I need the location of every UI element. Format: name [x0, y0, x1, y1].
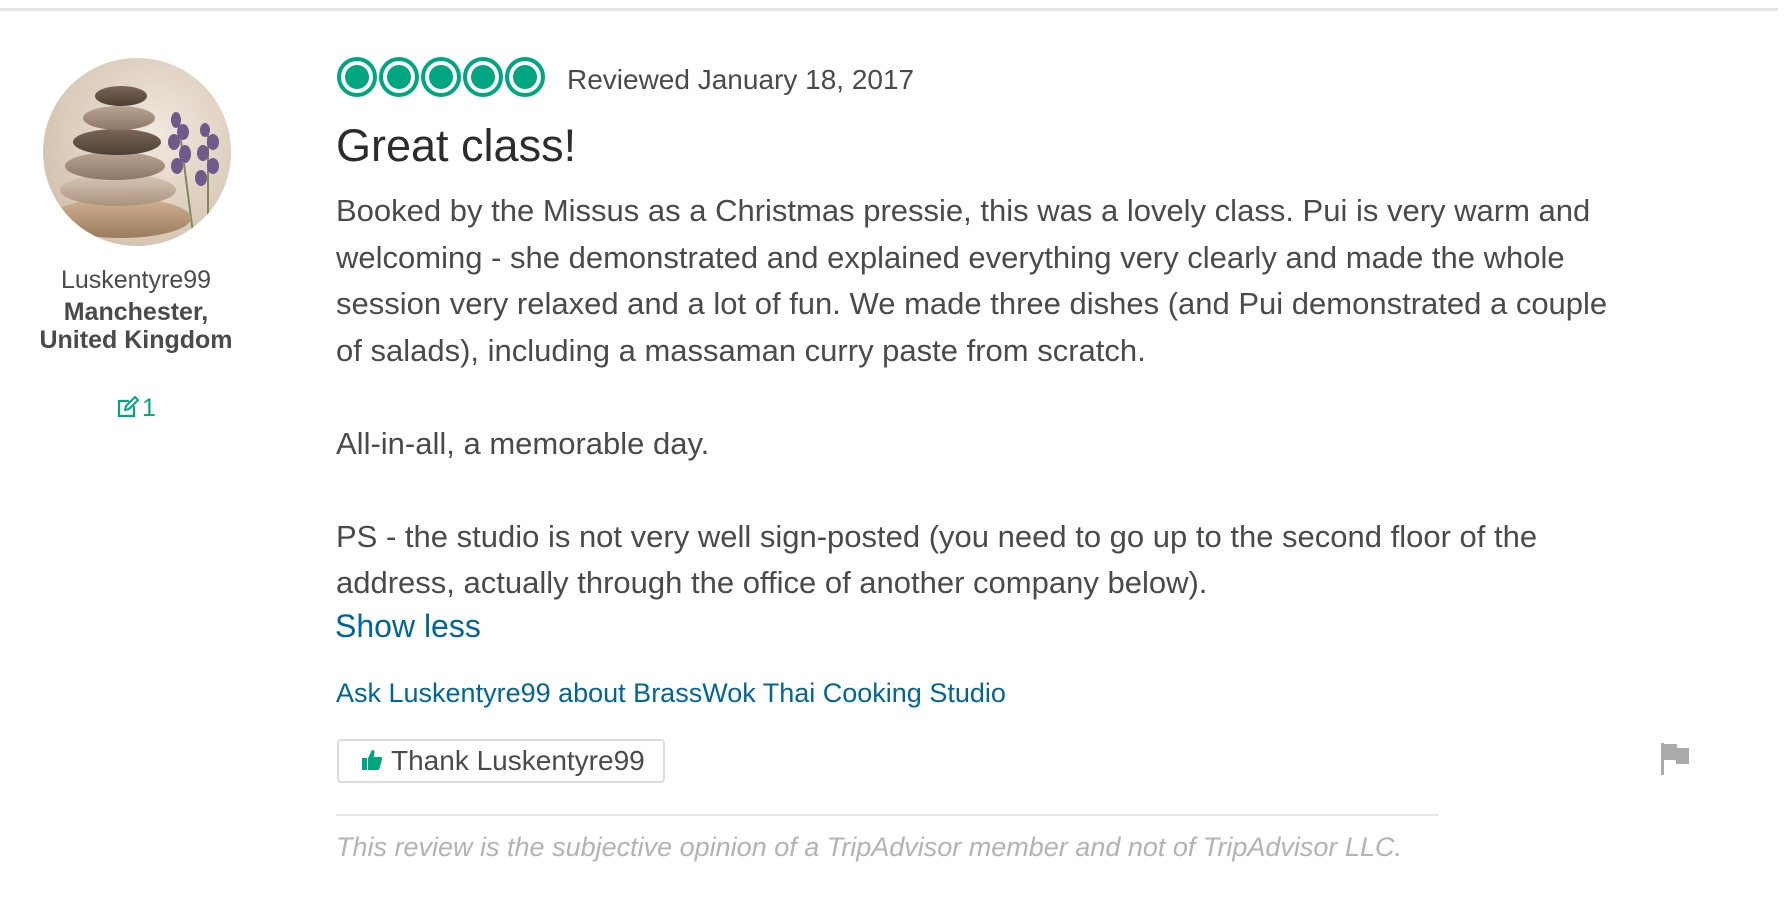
avatar[interactable]: [43, 58, 231, 246]
thank-reviewer-button[interactable]: Thank Luskentyre99: [337, 739, 665, 783]
review-paragraph: Booked by the Missus as a Christmas pres…: [336, 193, 1608, 368]
pencil-edit-icon: [117, 396, 140, 418]
thank-button-label: Thank Luskentyre99: [391, 745, 645, 776]
thumbs-up-icon: [362, 750, 383, 770]
rating-bubble: [379, 57, 419, 97]
review-body: Booked by the Missus as a Christmas pres…: [336, 188, 1616, 607]
review-title[interactable]: Great class!: [336, 120, 576, 172]
contribution-count-value: 1: [142, 394, 156, 422]
review-disclaimer: This review is the subjective opinion of…: [336, 832, 1402, 862]
review-date: Reviewed January 18, 2017: [567, 64, 915, 95]
review-paragraph: PS - the studio is not very well sign-po…: [336, 518, 1538, 601]
reviewer-username[interactable]: Luskentyre99: [0, 266, 272, 295]
flag-icon[interactable]: [1660, 742, 1690, 776]
ask-reviewer-link[interactable]: Ask Luskentyre99 about BrassWok Thai Coo…: [336, 678, 1006, 709]
rating-bubbles: [337, 57, 545, 101]
rating-bubble: [421, 57, 461, 97]
disclaimer-divider: [336, 814, 1439, 816]
show-less-link[interactable]: Show less: [335, 608, 481, 645]
rating-bubble: [505, 57, 545, 97]
stacked-stones-lavender-avatar: [43, 58, 231, 246]
reviewer-location: Manchester, United Kingdom: [39, 298, 233, 354]
contribution-count[interactable]: 1: [0, 394, 272, 423]
rating-bubble: [463, 57, 503, 97]
reviewer-info: Luskentyre99 Manchester, United Kingdom …: [0, 0, 272, 460]
review-paragraph: All-in-all, a memorable day.: [336, 425, 710, 461]
rating-bubble: [337, 57, 377, 97]
